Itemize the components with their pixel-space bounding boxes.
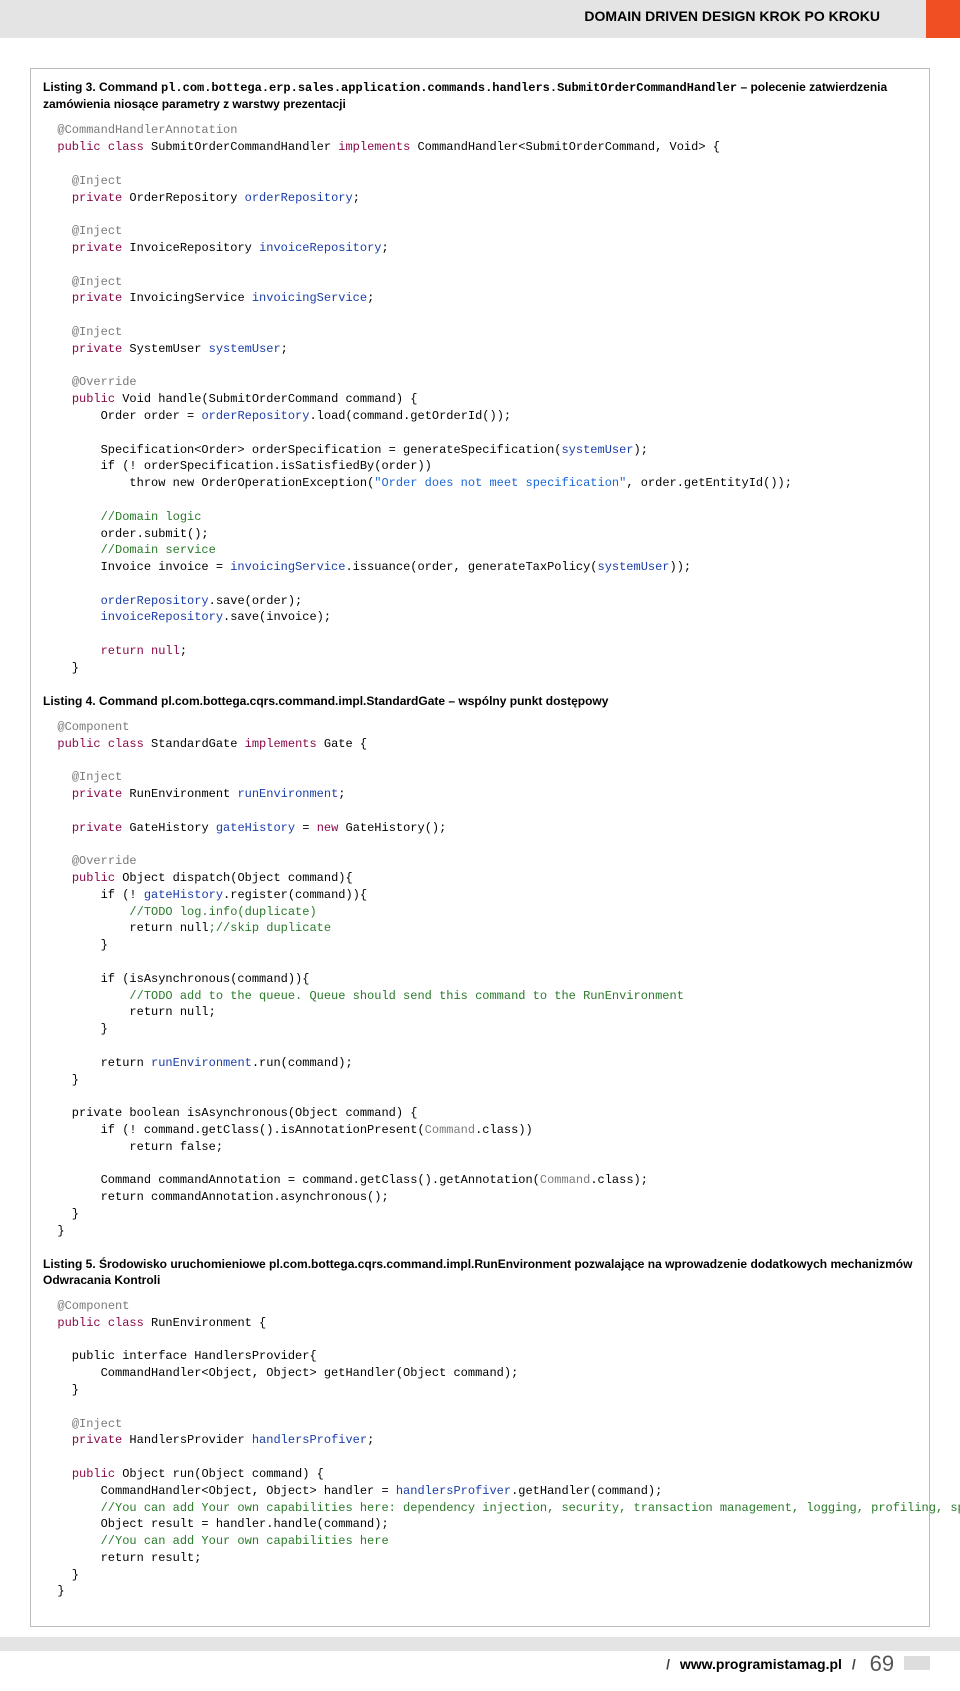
page-body: Listing 3. Command pl.com.bottega.erp.sa… [0,38,960,1637]
header-title: DOMAIN DRIVEN DESIGN KROK PO KROKU [0,0,900,24]
header-accent [926,0,960,38]
listing-container: Listing 3. Command pl.com.bottega.erp.sa… [30,68,930,1627]
footer-site: www.programistamag.pl [680,1656,842,1672]
footer-slash: / [660,1656,676,1672]
page-header: DOMAIN DRIVEN DESIGN KROK PO KROKU [0,0,960,38]
page-footer: / www.programistamag.pl / 69 [0,1651,960,1691]
listing-4-title: Listing 4. Command pl.com.bottega.cqrs.c… [43,693,917,709]
listing-5-code: @Component public class RunEnvironment {… [43,1298,917,1600]
page-number: 69 [866,1651,894,1676]
listing-5-title: Listing 5. Środowisko uruchomieniowe pl.… [43,1256,917,1288]
listing-3-code: @CommandHandlerAnnotation public class S… [43,122,917,676]
listing-4-code: @Component public class StandardGate imp… [43,719,917,1240]
listing-3-title: Listing 3. Command pl.com.bottega.erp.sa… [43,79,917,112]
footer-accent [904,1656,930,1670]
footer-slash: / [846,1656,862,1672]
